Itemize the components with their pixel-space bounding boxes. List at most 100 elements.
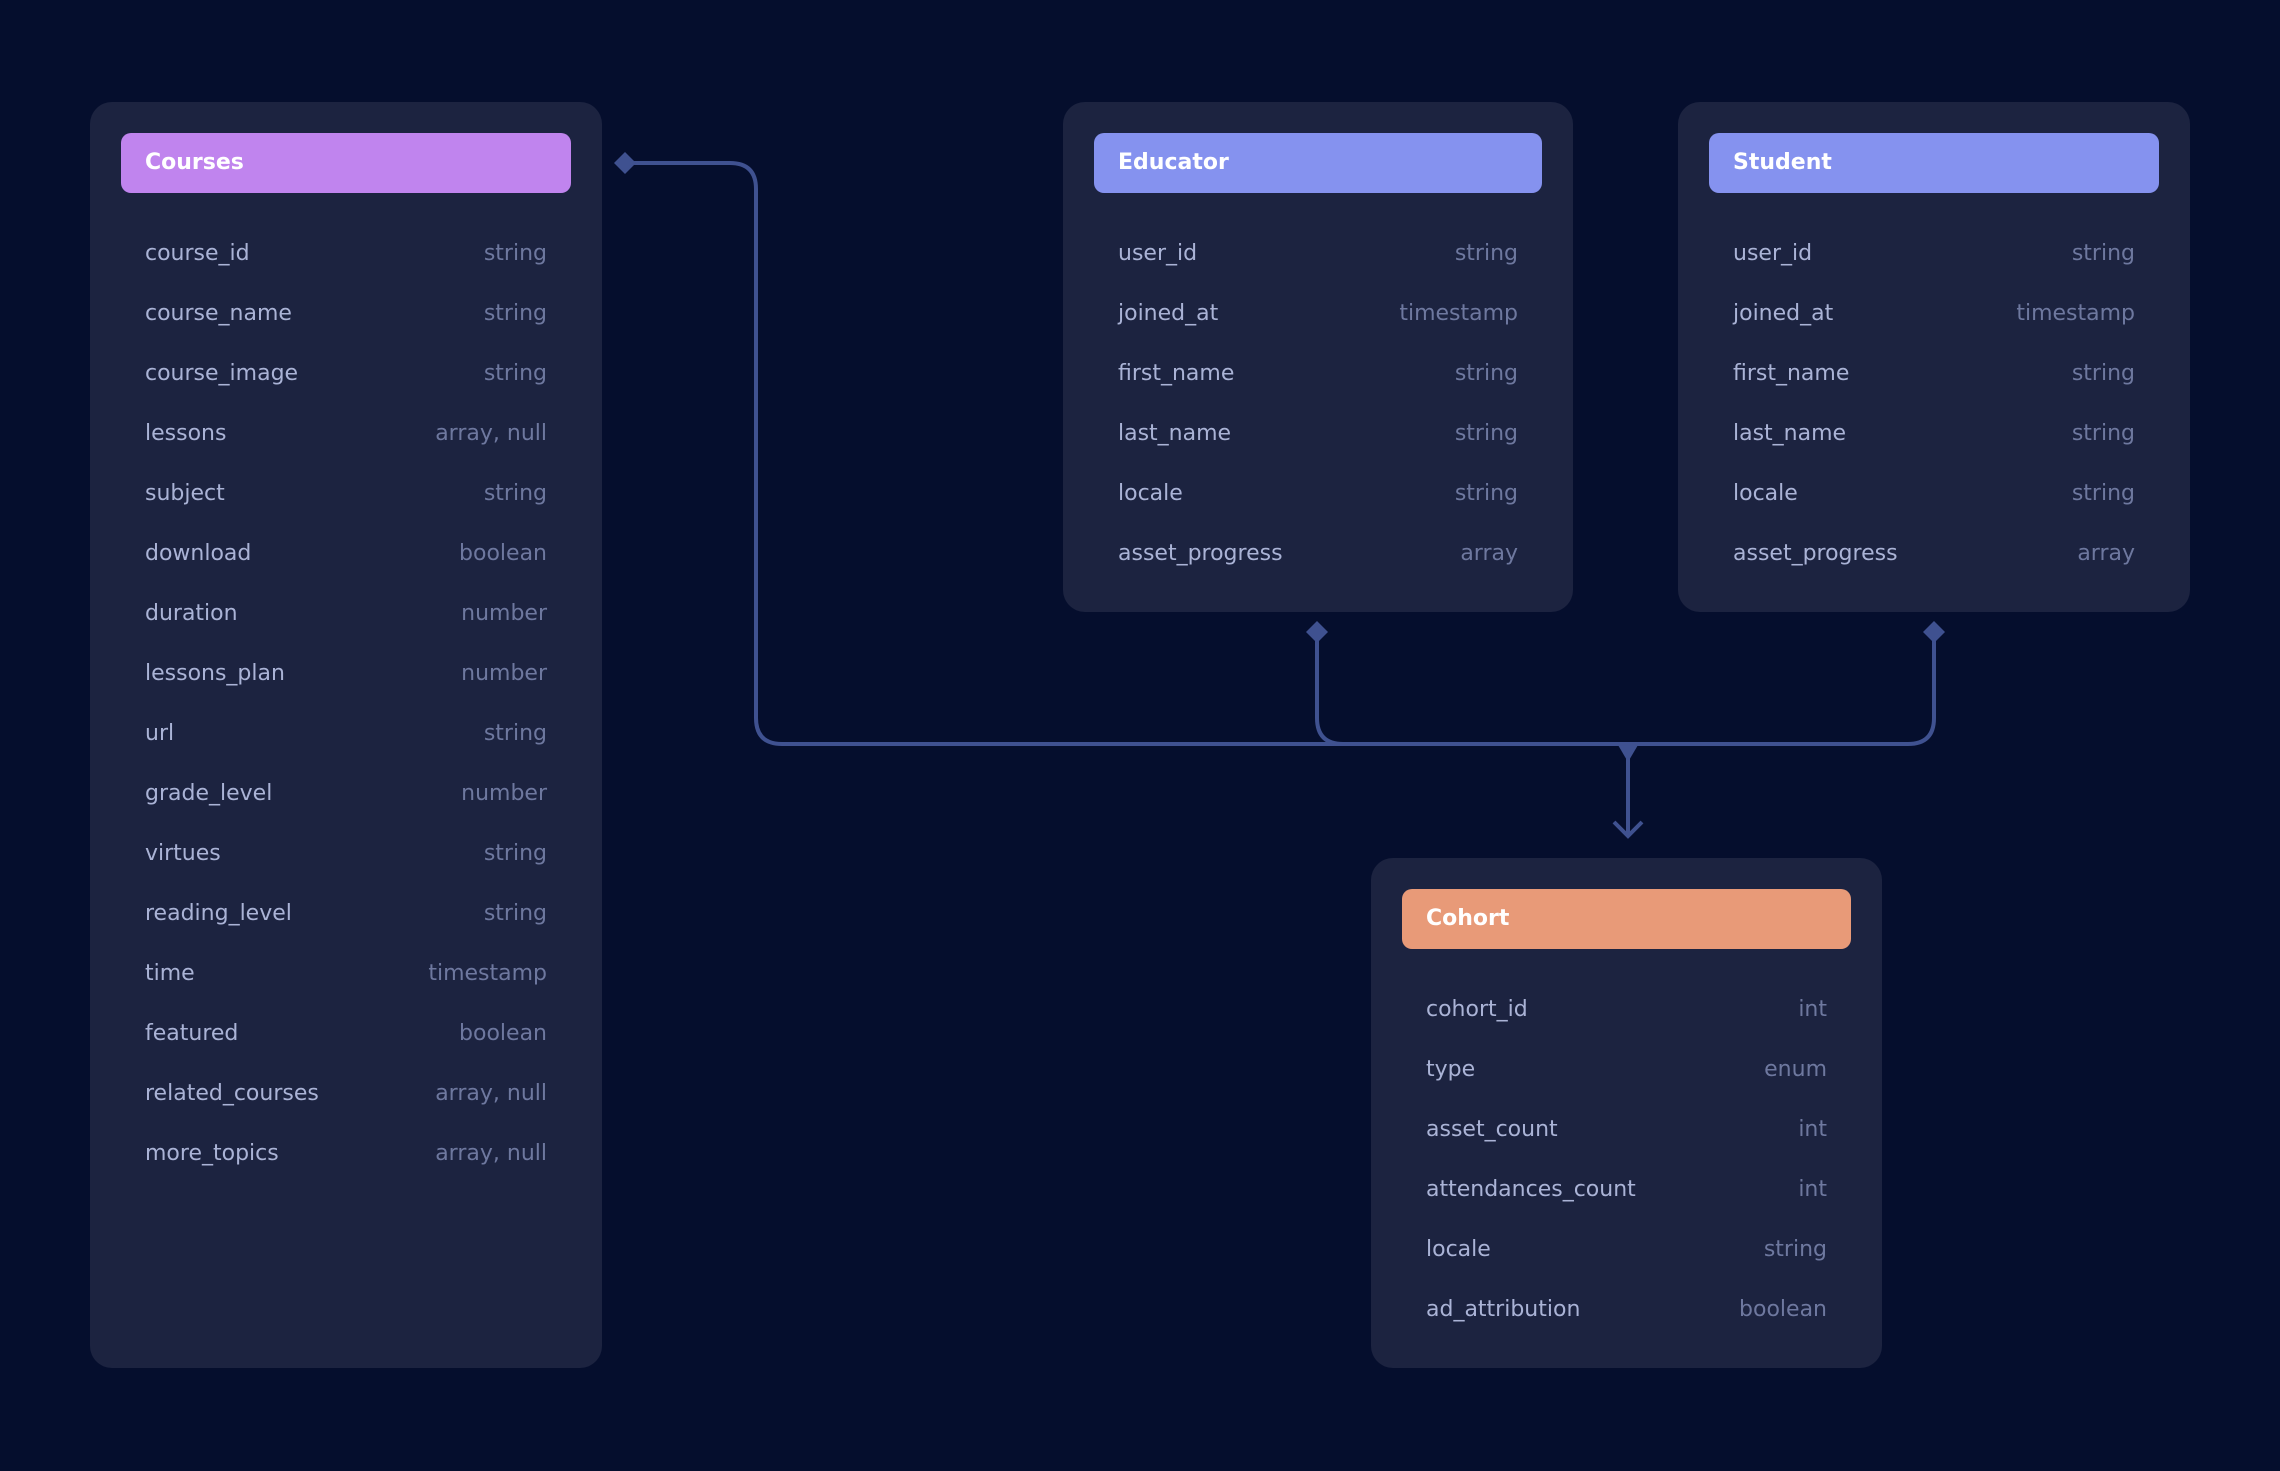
field-name: lessons (145, 420, 227, 446)
field-name: duration (145, 600, 238, 626)
field-type: string (2071, 360, 2135, 386)
field-name: course_name (145, 300, 292, 326)
field-row: course_name string (145, 283, 547, 343)
field-row: asset_progress array (1118, 523, 1518, 583)
field-type: string (483, 360, 547, 386)
field-type: string (483, 240, 547, 266)
field-type: string (2071, 240, 2135, 266)
field-type: array (2077, 540, 2135, 566)
field-type: timestamp (1399, 300, 1518, 326)
field-row: duration number (145, 583, 547, 643)
field-type: string (2071, 480, 2135, 506)
field-name: grade_level (145, 780, 273, 806)
table-educator[interactable]: Educator user_id string joined_at timestamp f… (1063, 102, 1573, 612)
field-row: featured boolean (145, 1003, 547, 1063)
field-name: virtues (145, 840, 221, 866)
field-type: string (1454, 360, 1518, 386)
field-name: user_id (1118, 240, 1198, 266)
field-name: more_topics (145, 1140, 279, 1166)
field-name: download (145, 540, 252, 566)
field-name: joined_at (1733, 300, 1834, 326)
field-name: attendances_count (1426, 1176, 1636, 1202)
field-list: course_id string course_name string course_i… (145, 223, 547, 1183)
field-row: download boolean (145, 523, 547, 583)
field-name: asset_progress (1733, 540, 1898, 566)
table-header: Cohort (1402, 889, 1851, 949)
field-name: subject (145, 480, 225, 506)
field-row: time timestamp (145, 943, 547, 1003)
field-name: joined_at (1118, 300, 1219, 326)
table-student[interactable]: Student user_id string joined_at timestamp fi… (1678, 102, 2190, 612)
field-name: asset_count (1426, 1116, 1558, 1142)
field-name: course_image (145, 360, 299, 386)
table-cohort[interactable]: Cohort cohort_id int type enum asset_count int… (1371, 858, 1882, 1368)
field-name: related_courses (145, 1080, 319, 1106)
diamond-icon (614, 152, 636, 174)
field-row: asset_progress array (1733, 523, 2135, 583)
field-type: timestamp (2016, 300, 2135, 326)
field-type: array, null (435, 420, 547, 446)
field-name: reading_level (145, 900, 292, 926)
table-header: Educator (1094, 133, 1542, 193)
field-name: ad_attribution (1426, 1296, 1581, 1322)
diamond-icon (1923, 621, 1945, 643)
field-name: cohort_id (1426, 996, 1528, 1022)
field-row: user_id string (1118, 223, 1518, 283)
field-row: asset_count int (1426, 1099, 1827, 1159)
field-name: last_name (1733, 420, 1847, 446)
field-row: lessons array, null (145, 403, 547, 463)
connector-educator (1315, 632, 1344, 746)
field-row: lessons_plan number (145, 643, 547, 703)
field-name: lessons_plan (145, 660, 285, 686)
diamond-icon (1306, 621, 1328, 643)
field-type: string (1454, 420, 1518, 446)
field-name: time (145, 960, 195, 986)
field-type: boolean (459, 1020, 547, 1046)
field-list: user_id string joined_at timestamp first_nam… (1733, 223, 2135, 583)
triangle-icon (1618, 745, 1638, 762)
field-row: related_courses array, null (145, 1063, 547, 1123)
field-name: first_name (1733, 360, 1850, 386)
field-type: string (1454, 240, 1518, 266)
field-row: ad_attribution boolean (1426, 1279, 1827, 1339)
field-type: int (1798, 1116, 1827, 1142)
field-type: timestamp (428, 960, 547, 986)
field-row: type enum (1426, 1039, 1827, 1099)
field-row: joined_at timestamp (1733, 283, 2135, 343)
field-row: last_name string (1733, 403, 2135, 463)
field-type: array, null (435, 1140, 547, 1166)
field-row: course_id string (145, 223, 547, 283)
field-row: cohort_id int (1426, 979, 1827, 1039)
field-list: cohort_id int type enum asset_count int attend… (1426, 979, 1827, 1339)
field-type: string (483, 300, 547, 326)
field-name: featured (145, 1020, 239, 1046)
field-type: boolean (459, 540, 547, 566)
field-type: string (483, 900, 547, 926)
field-row: subject string (145, 463, 547, 523)
table-header: Student (1709, 133, 2159, 193)
field-row: url string (145, 703, 547, 763)
field-type: int (1798, 1176, 1827, 1202)
field-name: first_name (1118, 360, 1235, 386)
field-type: string (483, 720, 547, 746)
field-name: course_id (145, 240, 250, 266)
field-row: last_name string (1118, 403, 1518, 463)
field-type: string (483, 480, 547, 506)
field-name: locale (1426, 1236, 1491, 1262)
field-name: locale (1733, 480, 1798, 506)
field-name: type (1426, 1056, 1476, 1082)
field-type: array, null (435, 1080, 547, 1106)
field-type: enum (1764, 1056, 1827, 1082)
field-row: locale string (1118, 463, 1518, 523)
field-row: locale string (1733, 463, 2135, 523)
field-row: course_image string (145, 343, 547, 403)
field-type: int (1798, 996, 1827, 1022)
field-row: first_name string (1733, 343, 2135, 403)
field-list: user_id string joined_at timestamp first_nam… (1118, 223, 1518, 583)
table-courses[interactable]: Courses course_id string course_name string c… (90, 102, 602, 1368)
field-row: more_topics array, null (145, 1123, 547, 1183)
field-row: grade_level number (145, 763, 547, 823)
field-type: string (1763, 1236, 1827, 1262)
field-name: asset_progress (1118, 540, 1283, 566)
field-type: number (461, 600, 547, 626)
